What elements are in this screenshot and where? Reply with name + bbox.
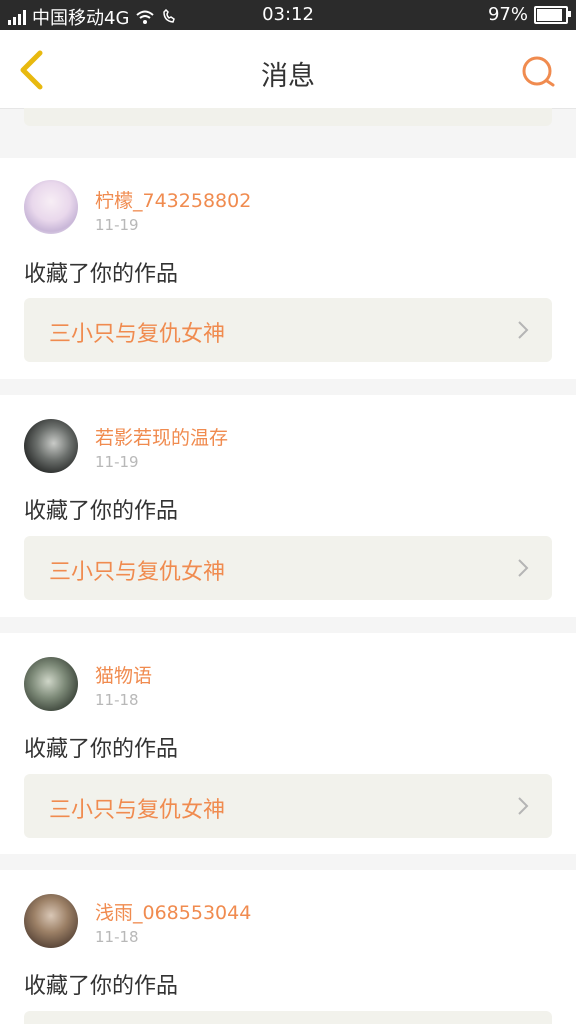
username[interactable]: 若影若现的温存 [95,423,228,450]
work-card[interactable] [24,1011,552,1024]
navigation-bar: 消息 [0,30,576,109]
work-card[interactable]: 三小只与复仇女神 [24,774,552,838]
action-text: 收藏了你的作品 [24,499,179,524]
message-date: 11-19 [95,453,139,471]
chevron-right-icon [518,559,529,577]
previous-work-card[interactable] [24,108,552,126]
username[interactable]: 柠檬_743258802 [95,186,251,213]
work-title: 三小只与复仇女神 [49,560,226,585]
status-right: 97% [487,4,571,25]
battery-fill [537,8,563,21]
message-item: 浅雨_068553044 11-18 收藏了你的作品 [0,870,576,1024]
avatar[interactable] [24,657,78,711]
work-title: 三小只与复仇女神 [49,798,226,823]
work-card[interactable]: 三小只与复仇女神 [24,298,552,362]
username[interactable]: 浅雨_068553044 [95,898,251,925]
avatar[interactable] [24,894,78,948]
message-item: 若影若现的温存 11-19 收藏了你的作品 三小只与复仇女神 [0,395,576,617]
message-date: 11-19 [95,216,139,234]
message-date: 11-18 [95,691,139,709]
chevron-right-icon [518,321,529,339]
battery-icon [534,5,571,24]
avatar[interactable] [24,419,78,473]
action-text: 收藏了你的作品 [24,974,179,999]
avatar[interactable] [24,180,78,234]
message-item: 柠檬_743258802 11-19 收藏了你的作品 三小只与复仇女神 [0,158,576,379]
battery-percent: 97% [487,4,528,25]
page-title: 消息 [261,61,315,92]
search-icon[interactable] [520,54,556,90]
message-date: 11-18 [95,928,139,946]
work-card[interactable]: 三小只与复仇女神 [24,536,552,600]
username[interactable]: 猫物语 [95,661,152,688]
status-bar: 中国移动4G 03:12 97% [0,0,576,30]
message-item: 猫物语 11-18 收藏了你的作品 三小只与复仇女神 [0,633,576,854]
action-text: 收藏了你的作品 [24,262,179,287]
action-text: 收藏了你的作品 [24,737,179,762]
chevron-right-icon [518,797,529,815]
work-title: 三小只与复仇女神 [49,322,226,347]
